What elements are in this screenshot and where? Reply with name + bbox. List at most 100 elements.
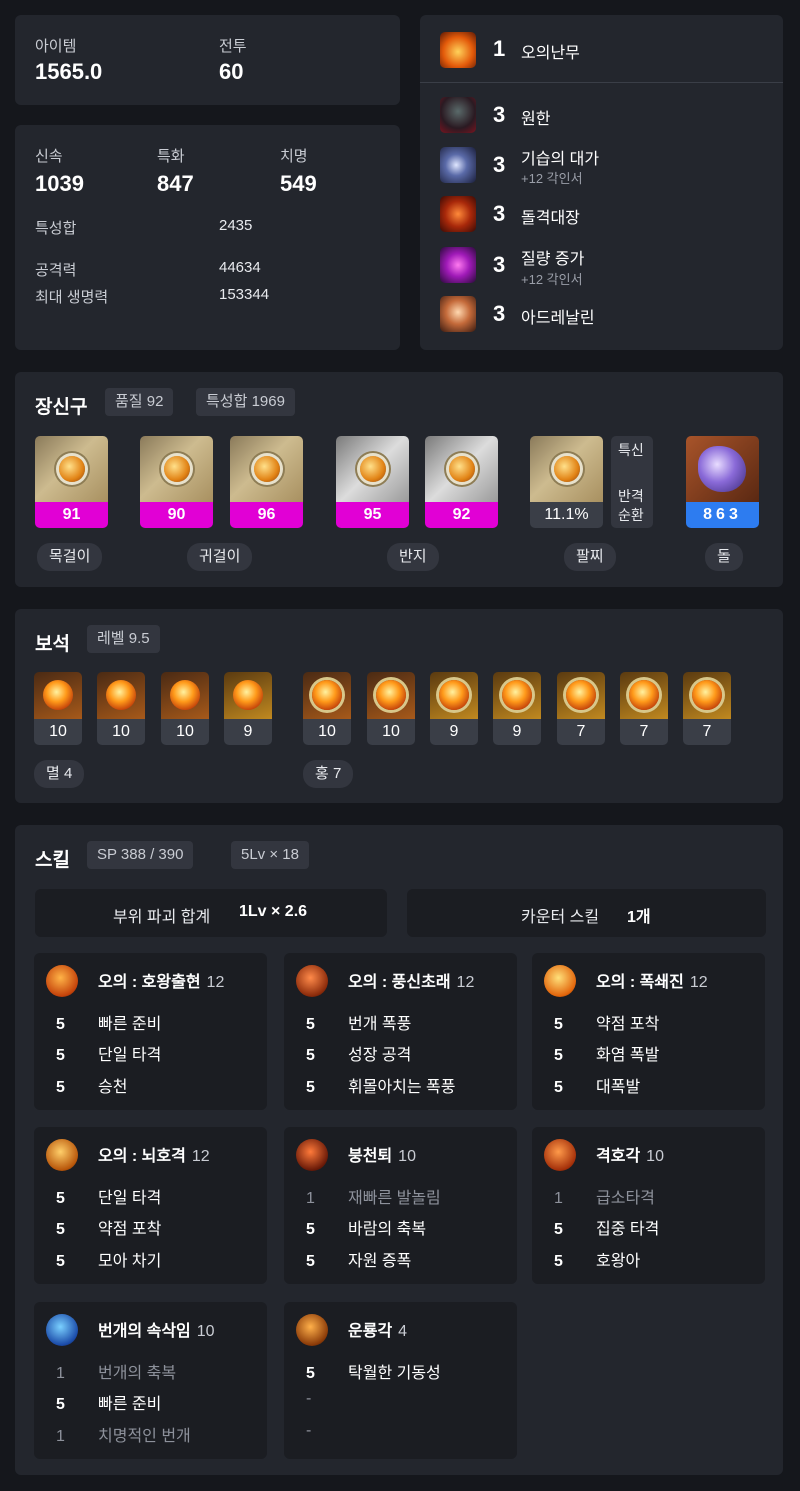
gem-level: 7: [683, 719, 731, 745]
bracelet-value: 11.1%: [530, 502, 603, 528]
gem-level: 10: [367, 719, 415, 745]
skill-level: 10: [196, 1323, 215, 1340]
tripod-level: 5: [554, 1016, 563, 1033]
tripod-level: 5: [306, 1221, 315, 1238]
engraving-level: 1: [493, 36, 506, 61]
tripod-level: 5: [306, 1016, 315, 1033]
tripod-name: 빠른 준비: [98, 1016, 162, 1033]
ring-quality: 92: [425, 502, 498, 528]
crimson-gem-icon[interactable]: [303, 672, 351, 720]
thunder-tiger-icon: [46, 1139, 78, 1171]
ability-stone-image[interactable]: [686, 436, 759, 502]
tripod-level: 5: [554, 1253, 563, 1270]
skill-card[interactable]: 격호각 10 1 급소타격 5 집중 타격 5 호왕아: [532, 1127, 765, 1284]
gem-level: 10: [161, 719, 209, 745]
skill-level: 12: [456, 974, 475, 991]
crimson-gem-icon[interactable]: [683, 672, 731, 720]
bracelet-label: 팔찌: [564, 543, 616, 571]
spec-value: 847: [157, 171, 194, 196]
skill-name-text: 오의 : 호왕출현: [98, 974, 201, 991]
stat-total-value: 2435: [219, 217, 253, 234]
tripod-level: 1: [554, 1190, 563, 1207]
ring-image[interactable]: [336, 436, 409, 502]
tripod-row: 5 약점 포착: [56, 1215, 161, 1239]
tripod-row: 5 성장 공격: [306, 1041, 411, 1065]
spec-label: 특화: [157, 148, 185, 165]
crimson-gem-icon[interactable]: [620, 672, 668, 720]
tripod-row: 5 집중 타격: [554, 1215, 659, 1239]
skill-level: 4: [398, 1323, 408, 1340]
skill-level: 12: [206, 974, 225, 991]
earring-image[interactable]: [140, 436, 213, 502]
swift-value: 1039: [35, 171, 84, 196]
tripod-name: 대폭발: [596, 1079, 641, 1096]
tripod-level: 5: [56, 1079, 65, 1096]
ring-image[interactable]: [425, 436, 498, 502]
annihilation-gem-count: 멸 4: [34, 760, 85, 788]
crimson-gem-icon[interactable]: [557, 672, 605, 720]
gem-level-pill: 레벨 9.5: [87, 625, 160, 653]
skill-card[interactable]: 번개의 속삭임 10 1 번개의 축복 5 빠른 준비 1 치명적인 번개: [34, 1302, 267, 1459]
annihilation-gem-icon[interactable]: [97, 672, 145, 720]
bracelet-option: 반격: [618, 488, 644, 504]
skill-card[interactable]: 오의 : 풍신초래 12 5 번개 폭풍 5 성장 공격 5 휘몰아치는 폭풍: [284, 953, 517, 1110]
tiger-kick-icon: [544, 1139, 576, 1171]
bracelet-image[interactable]: [530, 436, 603, 502]
accessories-panel: 장신구 품질 92 특성합 1969 91 90 96 95 92 11.1% …: [15, 372, 783, 587]
tripod-name: 모아 차기: [98, 1253, 162, 1270]
attack-label: 공격력: [35, 262, 77, 279]
engraving-level: 3: [493, 201, 506, 226]
skill-level: 10: [646, 1148, 664, 1165]
skill-name: 오의 : 폭쇄진 12: [596, 968, 708, 992]
item-level-label: 아이템: [35, 38, 77, 55]
counter-skill-summary: 카운터 스킬 1개: [407, 889, 766, 937]
skill-card[interactable]: 오의 : 뇌호격 12 5 단일 타격 5 약점 포착 5 모아 차기: [34, 1127, 267, 1284]
tripod-level: -: [306, 1390, 312, 1407]
tripod-row: 5 번개 폭풍: [306, 1010, 411, 1034]
skill-card[interactable]: 붕천퇴 10 1 재빠른 발놀림 5 바람의 축복 5 자원 증폭: [284, 1127, 517, 1284]
engravings-panel: 1 오의난무 3 원한 3 기습의 대가 +12 각인서 3 돌격대장 3 질량…: [420, 15, 783, 350]
skills-title: 스킬: [35, 850, 70, 871]
engraving-name: 돌격대장: [521, 210, 580, 227]
tripod-name: 집중 타격: [596, 1221, 660, 1238]
annihilation-gem-icon[interactable]: [224, 672, 272, 720]
engraving-level: 3: [493, 152, 506, 177]
accessories-title: 장신구: [35, 397, 88, 418]
tripod-row: 5 약점 포착: [554, 1010, 659, 1034]
skill-card[interactable]: 오의 : 호왕출현 12 5 빠른 준비 5 단일 타격 5 승천: [34, 953, 267, 1110]
stone-crystal-icon: [698, 446, 746, 492]
crimson-gem-icon[interactable]: [493, 672, 541, 720]
tripod-row: 5 자원 증폭: [306, 1247, 411, 1271]
annihilation-gem-icon[interactable]: [161, 672, 209, 720]
tripod-name: 약점 포착: [98, 1221, 162, 1238]
tripod-name: 빠른 준비: [98, 1396, 162, 1413]
tripod-row: 1 재빠른 발놀림: [306, 1184, 441, 1208]
tripod-row: 5 탁월한 기동성: [306, 1359, 441, 1383]
counter-skill-value: 1개: [627, 909, 651, 926]
skills-panel: 스킬 SP 388 / 390 5Lv × 18 부위 파괴 합계 1Lv × …: [15, 825, 783, 1475]
skill-card[interactable]: 오의 : 폭쇄진 12 5 약점 포착 5 화염 폭발 5 대폭발: [532, 953, 765, 1110]
annihilation-gem-icon[interactable]: [34, 672, 82, 720]
stone-label: 돌: [705, 543, 743, 571]
skill-name-text: 번개의 속삭임: [98, 1323, 191, 1340]
combat-level-value: 60: [219, 59, 244, 84]
necklace-image[interactable]: [35, 436, 108, 502]
tripod-level: 5: [306, 1047, 315, 1064]
engraving-name: 원한: [521, 111, 551, 128]
crimson-gem-icon[interactable]: [367, 672, 415, 720]
earring-image[interactable]: [230, 436, 303, 502]
skill-card[interactable]: 운룡각 4 5 탁월한 기동성 - -: [284, 1302, 517, 1459]
crit-label: 치명: [280, 148, 308, 165]
engraving-divider: [420, 82, 783, 83]
gem-level: 9: [224, 719, 272, 745]
sky-kick-icon: [296, 1139, 328, 1171]
skill-name: 번개의 속삭임 10: [98, 1317, 215, 1341]
necklace-quality: 91: [35, 502, 108, 528]
skill-name-text: 격호각: [596, 1148, 641, 1165]
gem-level: 7: [620, 719, 668, 745]
gem-level: 7: [557, 719, 605, 745]
tripod-level: 5: [554, 1221, 563, 1238]
stats-panel: 신속 1039 특화 847 치명 549 특성합 2435 공격력 44634…: [15, 125, 400, 350]
crimson-gem-icon[interactable]: [430, 672, 478, 720]
skill-name-text: 오의 : 뇌호격: [98, 1148, 186, 1165]
